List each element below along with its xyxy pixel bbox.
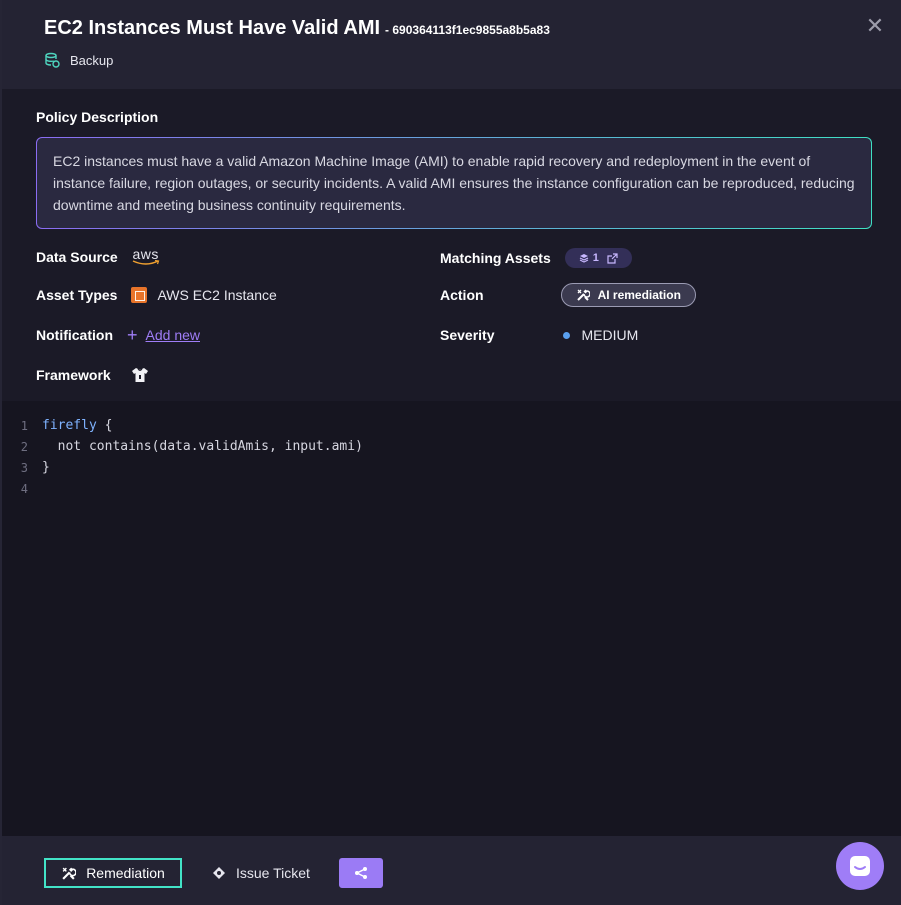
code-line: 2 not contains(data.validAmis, input.ami… [2,436,363,457]
tools-icon [62,867,77,880]
framework-label: Framework [36,367,111,383]
category: Backup [44,52,113,68]
framework-shirt-icon [131,368,148,382]
chat-icon [850,856,870,876]
asset-types-field: Asset Types AWS EC2 Instance [36,287,277,303]
remediation-label: Remediation [86,865,165,881]
severity-dot [563,331,571,339]
issue-ticket-label: Issue Ticket [236,865,310,881]
close-button[interactable]: ✕ [865,13,885,38]
remediation-button[interactable]: Remediation [44,858,182,888]
notification-label: Notification [36,327,113,343]
ec2-icon [131,287,148,303]
category-label: Backup [70,52,114,68]
title-row: EC2 Instances Must Have Valid AMI - 6903… [44,17,550,40]
code-line: 1 firefly { [2,415,113,436]
code-text: { [96,418,113,433]
asset-types-label: Asset Types [36,287,118,303]
matching-assets-button[interactable]: 1 [564,248,632,268]
external-link-icon [607,252,618,264]
action-field: Action AI remediation [440,283,696,307]
matching-assets-label: Matching Assets [440,250,551,266]
line-number: 2 [20,439,28,454]
database-backup-icon [45,52,60,68]
code-text: } [42,460,50,475]
ai-remediation-button[interactable]: AI remediation [560,283,696,307]
notification-field: Notification + Add new [36,326,200,344]
framework-field: Framework [36,366,149,384]
policy-id: - 690364113f1ec9855a8b5a83 [385,23,550,37]
asset-type-value: AWS EC2 Instance [157,287,277,303]
add-notification-link[interactable]: Add new [146,327,200,343]
page-title: EC2 Instances Must Have Valid AMI [44,17,381,39]
line-number: 3 [20,460,28,475]
plus-icon[interactable]: + [127,326,138,344]
aws-logo-icon: aws [132,246,159,265]
matching-assets-count: 1 [592,252,599,264]
tools-icon [576,289,590,301]
data-source-field: Data Source aws [36,246,160,266]
description-box: EC2 instances must have a valid Amazon M… [36,137,872,229]
modal-header: EC2 Instances Must Have Valid AMI - 6903… [2,0,901,89]
line-number: 1 [20,418,28,433]
close-icon: ✕ [865,13,885,38]
action-label: Action [440,287,484,303]
layers-icon [579,254,589,263]
ai-remediation-label: AI remediation [597,288,681,302]
severity-field: Severity MEDIUM [440,327,638,343]
chat-launcher-button[interactable] [836,842,884,890]
code-line: 3} [2,457,50,478]
share-icon [355,867,367,879]
line-number: 4 [20,481,28,496]
code-editor[interactable]: 1 firefly { 2 not contains(data.validAmis… [2,401,901,836]
policy-modal: EC2 Instances Must Have Valid AMI - 6903… [0,0,901,905]
code-keyword: firefly [42,418,97,433]
share-button[interactable] [339,858,383,888]
severity-label: Severity [440,327,495,343]
data-source-label: Data Source [36,249,118,265]
matching-assets-field: Matching Assets 1 [440,248,632,268]
code-text: not contains(data.validAmis, input.ami) [42,439,363,454]
ticket-diamond-icon [213,867,225,879]
severity-value: MEDIUM [581,327,639,343]
issue-ticket-button[interactable]: Issue Ticket [212,858,310,888]
code-line: 4 [2,478,42,499]
description-title: Policy Description [36,109,159,125]
